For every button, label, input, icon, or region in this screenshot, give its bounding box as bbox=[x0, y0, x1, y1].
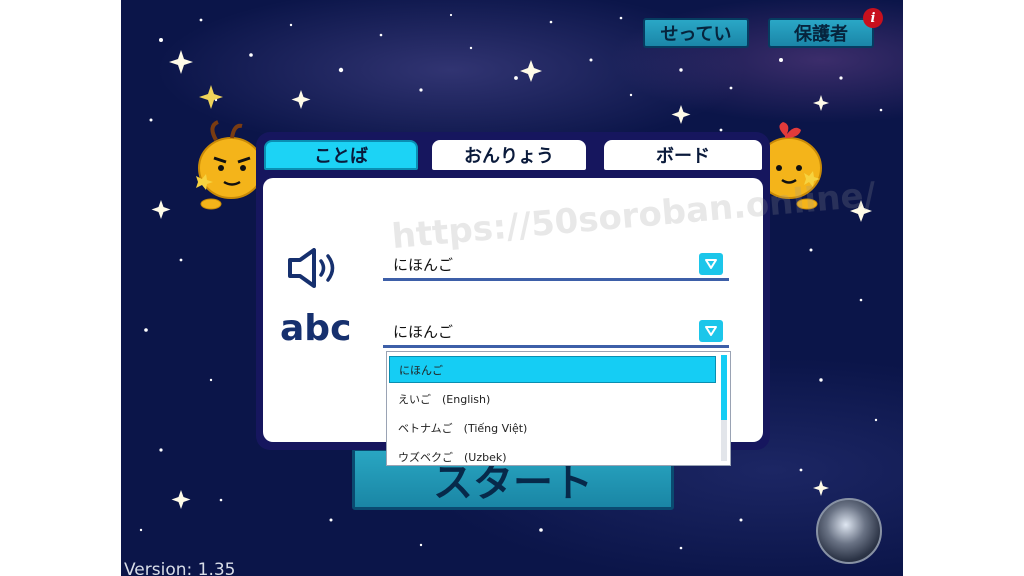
language-dropdown-list[interactable]: にほんご えいご (English) ベトナムご (Tiếng Việt) ウズ… bbox=[386, 351, 731, 466]
dropdown-option-vietnamese[interactable]: ベトナムご (Tiếng Việt) bbox=[389, 414, 716, 441]
tab-words[interactable]: ことば bbox=[264, 140, 418, 170]
text-language-select[interactable]: にほんご bbox=[383, 318, 729, 348]
info-icon[interactable]: i bbox=[863, 8, 883, 28]
page: せってい 保護者 i スタート Version: 1.35 ことば おんりょう … bbox=[0, 0, 1024, 576]
dropdown-arrow-icon[interactable] bbox=[699, 253, 723, 275]
siri-icon[interactable] bbox=[816, 498, 882, 564]
text-language-value: にほんご bbox=[393, 323, 454, 341]
tab-board[interactable]: ボード bbox=[604, 140, 762, 170]
speaker-icon bbox=[288, 248, 335, 288]
guardian-button[interactable]: 保護者 bbox=[768, 18, 874, 48]
dropdown-option-english[interactable]: えいご (English) bbox=[389, 385, 716, 412]
version-text: Version: 1.35 bbox=[124, 560, 236, 576]
dropdown-option-japanese[interactable]: にほんご bbox=[389, 356, 716, 383]
text-language-label: abc bbox=[280, 308, 352, 349]
voice-language-value: にほんご bbox=[393, 256, 454, 274]
tab-volume[interactable]: おんりょう bbox=[432, 140, 586, 170]
dropdown-scrollbar-thumb[interactable] bbox=[721, 355, 727, 420]
voice-language-select[interactable]: にほんご bbox=[383, 251, 729, 281]
settings-button[interactable]: せってい bbox=[643, 18, 749, 48]
dropdown-arrow-icon[interactable] bbox=[699, 320, 723, 342]
dropdown-option-uzbek[interactable]: ウズベクご (Uzbek) bbox=[389, 443, 716, 465]
app-screen: せってい 保護者 i スタート Version: 1.35 ことば おんりょう … bbox=[121, 0, 903, 576]
